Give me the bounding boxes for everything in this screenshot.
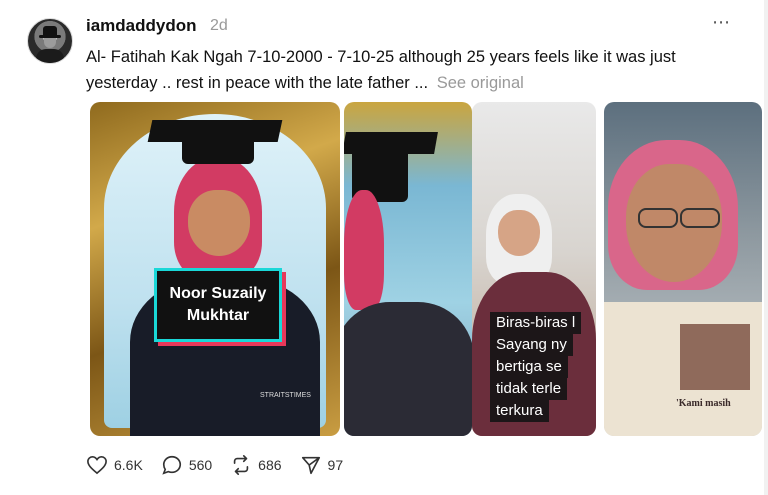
newspaper-headline: 'Kami masih (676, 398, 731, 409)
comment-button[interactable]: 560 (161, 454, 212, 476)
watermark: STRAITSTIMES (260, 392, 311, 399)
like-count: 6.6K (114, 457, 143, 473)
media-image-1[interactable]: Noor Suzaily Mukhtar STRAITSTIMES (90, 102, 340, 436)
share-count: 97 (327, 457, 344, 473)
post-caption: Al- Fatihah Kak Ngah 7-10-2000 - 7-10-25… (86, 44, 736, 96)
scrollbar-track[interactable] (764, 0, 768, 495)
repost-count: 686 (258, 457, 282, 473)
more-options-icon[interactable]: ⋯ (712, 12, 731, 33)
like-button[interactable]: 6.6K (86, 455, 143, 475)
avatar[interactable] (27, 18, 73, 64)
glasses-shape (638, 208, 678, 228)
media-image-2[interactable] (344, 102, 472, 436)
face-shape (188, 190, 250, 256)
caption-text: Al- Fatihah Kak Ngah 7-10-2000 - 7-10-25… (86, 48, 676, 92)
repost-icon (233, 455, 249, 475)
media-carousel[interactable]: Noor Suzaily Mukhtar STRAITSTIMES Biras-… (90, 102, 762, 436)
media-image-4[interactable]: 'Kami masih (604, 102, 762, 436)
see-original-link[interactable]: See original (437, 74, 524, 92)
username-link[interactable]: iamdaddydon (86, 16, 197, 36)
subtitle-line-1: Biras-biras l (490, 312, 582, 334)
comment-icon (162, 455, 181, 475)
action-bar: 6.6K 560 686 97 (86, 452, 361, 478)
subtitle-line-2: Sayang ny (490, 334, 573, 356)
post-timestamp[interactable]: 2d (210, 17, 228, 35)
subtitle-line-3: bertiga se (490, 356, 568, 378)
send-icon (301, 456, 320, 475)
repost-button[interactable]: 686 (230, 454, 282, 476)
comment-count: 560 (188, 457, 213, 473)
subtitle-line-4: tidak terle (490, 378, 568, 400)
name-label: Noor Suzaily Mukhtar (154, 268, 282, 342)
subtitle-line-5: terkura (490, 400, 549, 422)
share-button[interactable]: 97 (300, 454, 344, 476)
heart-icon (87, 455, 107, 475)
media-image-3[interactable]: Biras-biras l Sayang ny bertiga se tidak… (472, 102, 596, 436)
